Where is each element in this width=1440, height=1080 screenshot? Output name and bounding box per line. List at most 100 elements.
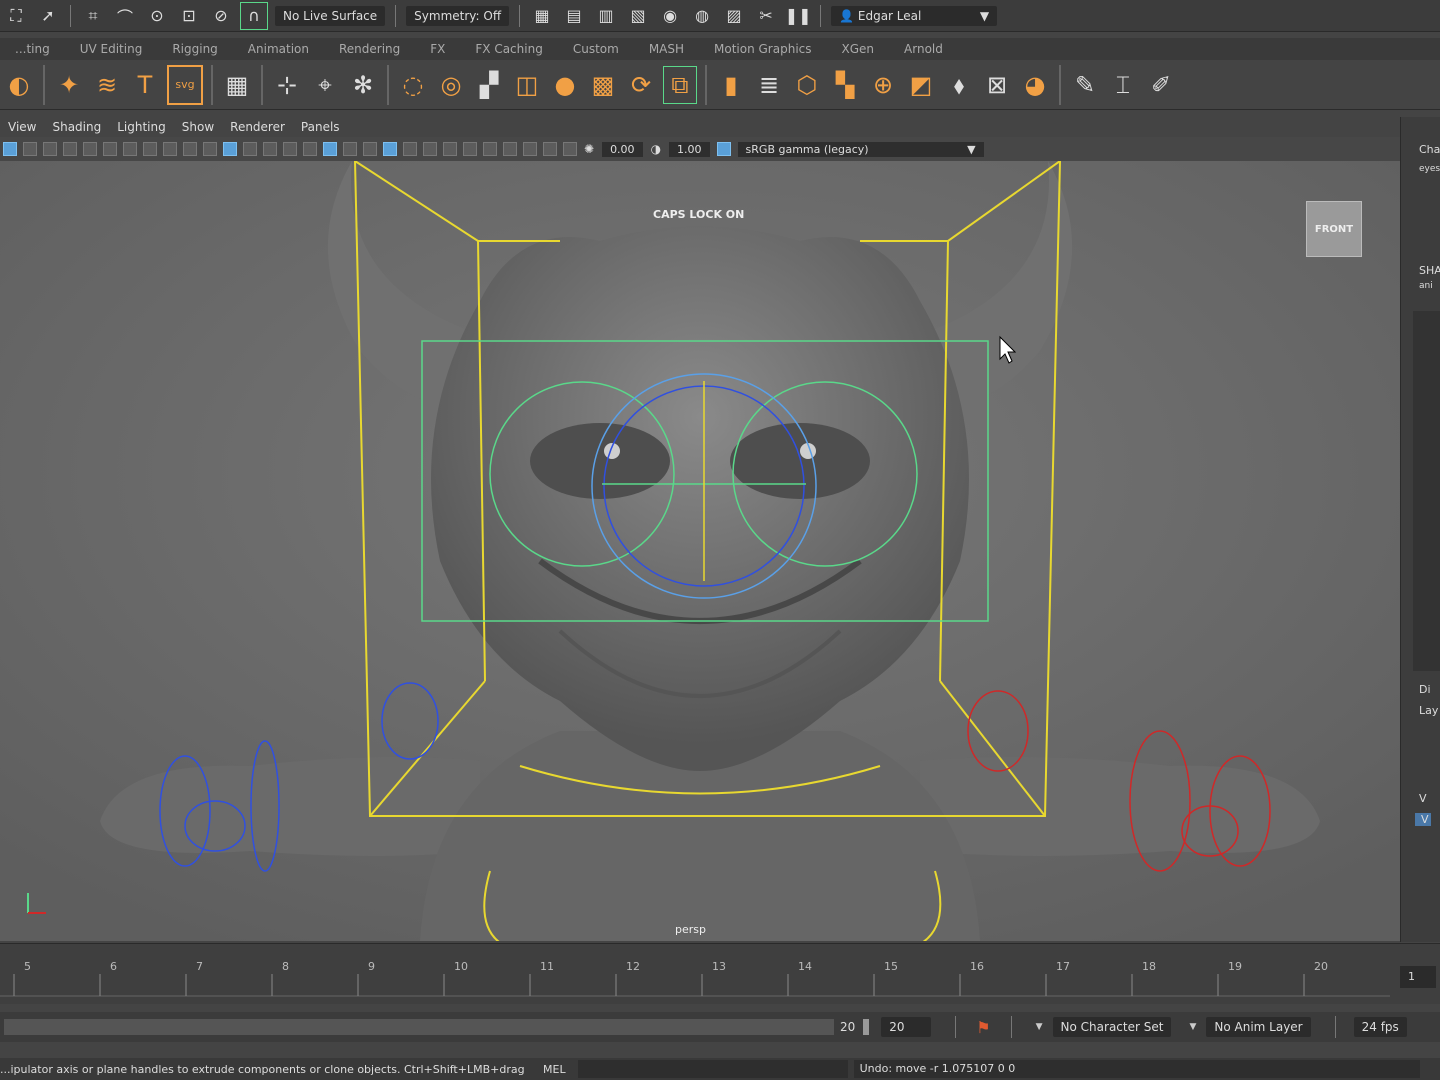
snap-point-icon[interactable]: ⊙	[144, 3, 170, 29]
shelf-tab[interactable]: FX	[415, 42, 460, 56]
extrude-icon[interactable]: ▮	[715, 67, 747, 103]
motion-blur-icon[interactable]	[463, 142, 477, 156]
origin-icon[interactable]: ✻	[347, 67, 379, 103]
range-slider-track[interactable]	[4, 1019, 834, 1035]
menu-show[interactable]: Show	[182, 120, 214, 134]
menu-view[interactable]: View	[8, 120, 36, 134]
shelf-tab[interactable]: XGen	[827, 42, 890, 56]
camera-icon[interactable]	[103, 142, 117, 156]
use-all-lights-icon[interactable]	[403, 142, 417, 156]
snap-curve-icon[interactable]: ⌒	[112, 3, 138, 29]
range-end-field[interactable]: 20	[881, 1017, 932, 1037]
3d-viewport[interactable]: CAPS LOCK ON persp FRONT	[0, 161, 1400, 941]
plane-icon[interactable]: ⬧	[943, 67, 975, 103]
sync-icon[interactable]: ⟳	[625, 67, 657, 103]
time-slider[interactable]: 5 6 7 8 9 10 11 12 13 14 15 16 17 18 19 20 1	[0, 943, 1440, 1004]
exposure-field[interactable]: 0.00	[602, 141, 643, 157]
visibility-toggle-active[interactable]: V	[1415, 813, 1431, 826]
symmetry-dropdown[interactable]: Symmetry: Off	[406, 5, 510, 26]
render-region-icon[interactable]: ▨	[721, 3, 747, 29]
live-surface-field[interactable]: No Live Surface	[275, 5, 386, 26]
shelf-tab[interactable]: Arnold	[889, 42, 958, 56]
cluster-icon[interactable]: ▚	[829, 67, 861, 103]
safe-action-icon[interactable]	[163, 142, 177, 156]
layers-menu[interactable]: Lay	[1401, 704, 1440, 717]
wireframe-on-shaded-icon[interactable]	[363, 142, 377, 156]
view-cube[interactable]: FRONT	[1306, 201, 1362, 257]
shelf-tab[interactable]: ...ting	[0, 42, 65, 56]
duplicate-icon[interactable]: ◩	[905, 67, 937, 103]
smooth-shade-icon[interactable]	[323, 142, 337, 156]
shelf-tab[interactable]: Animation	[233, 42, 324, 56]
star-icon[interactable]: ✦	[53, 67, 85, 103]
user-account-dropdown[interactable]: 👤 Edgar Leal ▼	[831, 5, 998, 26]
shelf-tab[interactable]: FX Caching	[460, 42, 557, 56]
magnet-icon[interactable]: ∩	[240, 1, 268, 30]
render-view-icon[interactable]: ▦	[529, 3, 555, 29]
field-chart-icon[interactable]	[263, 142, 277, 156]
resolution-gate-icon[interactable]	[143, 142, 157, 156]
wireframe-icon[interactable]	[303, 142, 317, 156]
xray-active-icon[interactable]	[563, 142, 577, 156]
shelf-tab[interactable]: Rendering	[324, 42, 415, 56]
xray-joints-icon[interactable]	[543, 142, 557, 156]
dial-icon[interactable]: ⊕	[867, 67, 899, 103]
snap-grid-icon[interactable]: ⌗	[80, 3, 106, 29]
select-camera-icon[interactable]	[3, 142, 17, 156]
layers-icon[interactable]: ≣	[753, 67, 785, 103]
select-mode-icon[interactable]: ⛶	[3, 3, 29, 29]
split-icon[interactable]: ◫	[511, 67, 543, 103]
lock-camera-icon[interactable]	[83, 142, 97, 156]
render-settings-icon[interactable]: ▧	[625, 3, 651, 29]
shelf-tab[interactable]: Rigging	[157, 42, 232, 56]
color-management-icon[interactable]	[716, 142, 731, 156]
channel-box-tab[interactable]: Cha	[1401, 143, 1440, 156]
joint-icon[interactable]: ⊹	[271, 67, 303, 103]
merge-icon[interactable]: ●	[549, 67, 581, 103]
svg-icon[interactable]: svg	[167, 64, 203, 105]
snap-live-icon[interactable]: ⊘	[208, 3, 234, 29]
bridge-icon[interactable]: ⧉	[663, 65, 697, 104]
menu-renderer[interactable]: Renderer	[230, 120, 285, 134]
shadows-icon[interactable]	[423, 142, 437, 156]
text-icon[interactable]: T	[129, 67, 161, 103]
brush-icon[interactable]: ✐	[1145, 67, 1177, 103]
grease-pencil-icon[interactable]	[203, 142, 217, 156]
pause-icon[interactable]: ❚❚	[785, 3, 812, 29]
cube-icon[interactable]: ⬡	[791, 67, 823, 103]
film-gate-icon[interactable]	[123, 142, 137, 156]
command-language-label[interactable]: MEL	[543, 1063, 566, 1076]
image-plane-icon[interactable]	[63, 142, 77, 156]
sphere-icon[interactable]: ◎	[435, 67, 467, 103]
grid-toggle-icon[interactable]	[223, 142, 237, 156]
torus-icon[interactable]: ◌	[397, 67, 429, 103]
gate-mask-icon[interactable]	[243, 142, 257, 156]
color-space-dropdown[interactable]: sRGB gamma (legacy) ▼	[737, 141, 984, 157]
gamma-field[interactable]: 1.00	[669, 141, 710, 157]
camera-attributes-icon[interactable]	[23, 142, 37, 156]
selected-object-name[interactable]: eyes	[1401, 164, 1440, 174]
character-set-dropdown[interactable]: No Character Set	[1052, 1017, 1172, 1037]
shelf-tab[interactable]: Custom	[558, 42, 634, 56]
curve-tool-icon[interactable]: ◐	[3, 67, 35, 103]
antialiasing-icon[interactable]	[483, 142, 497, 156]
render-frame-icon[interactable]: ▤	[561, 3, 587, 29]
menu-shading[interactable]: Shading	[52, 120, 101, 134]
shelf-tab[interactable]: UV Editing	[65, 42, 158, 56]
auto-key-icon[interactable]: ⚑	[976, 1018, 990, 1037]
safe-title-icon[interactable]	[283, 142, 297, 156]
grid-icon[interactable]: ▦	[221, 67, 253, 103]
ambient-occlusion-icon[interactable]	[443, 142, 457, 156]
blocks-icon[interactable]: ▞	[473, 67, 505, 103]
arnold-render-icon[interactable]: ◍	[689, 3, 715, 29]
locator-icon[interactable]: ⌖	[309, 67, 341, 103]
shelf-tab[interactable]: Motion Graphics	[699, 42, 827, 56]
isolate-select-icon[interactable]	[523, 142, 537, 156]
pen-icon[interactable]: ✎	[1069, 67, 1101, 103]
snap-view-icon[interactable]: ⊡	[176, 3, 202, 29]
shelf-tab[interactable]: MASH	[634, 42, 699, 56]
array-icon[interactable]: ▩	[587, 67, 619, 103]
display-layer-tab[interactable]: Di	[1401, 683, 1440, 696]
sweep-icon[interactable]: ≋	[91, 67, 123, 103]
range-handle-icon[interactable]	[863, 1019, 870, 1035]
